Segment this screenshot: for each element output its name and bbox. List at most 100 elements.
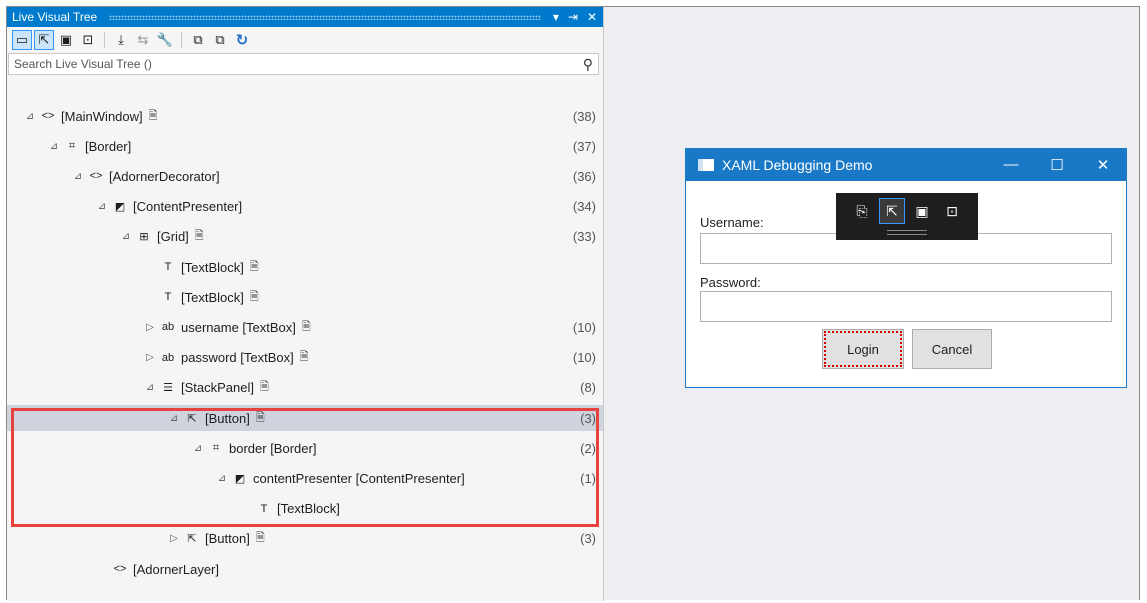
tree-row[interactable]: ⊿ ◩ contentPresenter [ContentPresenter] (1): [7, 465, 603, 491]
tree-row[interactable]: ⊿ ⌗ [Border] (37): [7, 133, 603, 159]
tree-node-label: [TextBlock]: [181, 259, 244, 275]
element-type-icon: <>: [89, 170, 103, 183]
search-input[interactable]: Search Live Visual Tree (): [14, 57, 152, 71]
expand-arrow-icon[interactable]: ▷: [143, 322, 157, 333]
display-layout-adorners-icon[interactable]: ▣: [909, 198, 935, 224]
go-to-live-visual-tree-icon[interactable]: ⎘: [849, 198, 875, 224]
expand-arrow-icon[interactable]: ▷: [143, 352, 157, 363]
tree-row[interactable]: ▷ ab username [TextBox] 🗎 (10): [7, 314, 603, 340]
collapse-arrow-icon[interactable]: ⊿: [23, 111, 37, 122]
refresh-icon[interactable]: ↻: [232, 30, 252, 50]
tree-row[interactable]: T [TextBlock]: [7, 496, 603, 522]
tree-node-label: [StackPanel]: [181, 380, 254, 396]
element-type-icon: <>: [113, 563, 127, 575]
collapse-arrow-icon[interactable]: ⊿: [71, 171, 85, 182]
password-label: Password:: [700, 275, 761, 290]
collapse-all-icon[interactable]: ⧉: [210, 30, 230, 50]
drag-grip[interactable]: [109, 14, 541, 20]
go-to-source-icon[interactable]: 🗎: [256, 409, 265, 428]
expand-all-icon[interactable]: ⧉: [188, 30, 208, 50]
go-to-source-icon[interactable]: 🗎: [250, 258, 259, 277]
element-type-icon: ☰: [163, 382, 173, 395]
in-app-toolbar-buttons: ⎘ ⇱ ▣ ⊡: [849, 198, 965, 224]
select-element-icon[interactable]: ▭: [12, 30, 32, 50]
tree-node-label: [Button]: [205, 531, 250, 547]
descendant-count: (38): [572, 108, 596, 124]
tree-row[interactable]: ⊿ ⌗ border [Border] (2): [7, 435, 603, 461]
collapse-arrow-icon[interactable]: ⊿: [95, 201, 109, 212]
element-type-icon: T: [260, 502, 268, 515]
tree-node-label: [MainWindow]: [61, 108, 143, 124]
go-to-source-icon[interactable]: 🗎: [195, 227, 204, 246]
tree-node-label: [Border]: [85, 138, 132, 154]
tree-row[interactable]: <> [AdornerLayer]: [7, 556, 603, 582]
tree-node-label: password [TextBox]: [181, 350, 294, 366]
descendant-count: (8): [580, 380, 596, 396]
display-layout-adorners-icon[interactable]: ▣: [56, 30, 76, 50]
expand-arrow-icon[interactable]: ▷: [167, 533, 181, 544]
tree-row[interactable]: ⊿ ⊞ [Grid] 🗎 (33): [7, 224, 603, 250]
search-box[interactable]: Search Live Visual Tree () ⚲: [8, 53, 599, 75]
tree-row[interactable]: ⊿ <> [MainWindow] 🗎 (38): [7, 103, 603, 129]
select-in-running-app-icon[interactable]: ⇱: [34, 30, 54, 50]
element-type-icon: ⌗: [212, 441, 220, 454]
tree-node-label: [TextBlock]: [181, 289, 244, 305]
track-focused-element-icon[interactable]: ⊡: [939, 198, 965, 224]
show-just-my-xaml-icon[interactable]: ⤓: [111, 30, 131, 50]
tree-node-label: [AdornerDecorator]: [109, 168, 220, 184]
preview-selection-icon[interactable]: ⊡: [78, 30, 98, 50]
track-focus-icon[interactable]: ⇆: [133, 30, 153, 50]
go-to-source-icon[interactable]: 🗎: [302, 318, 311, 337]
tree-row[interactable]: T [TextBlock] 🗎: [7, 284, 603, 310]
select-element-icon[interactable]: ⇱: [879, 198, 905, 224]
panel-toolbar: ▭ ⇱ ▣ ⊡ ⤓ ⇆ 🔧 ⧉ ⧉ ↻: [7, 27, 603, 53]
descendant-count: (37): [572, 138, 596, 154]
toolbar-collapse-handle[interactable]: [887, 230, 927, 235]
tree-row[interactable]: ▷ ⇱ [Button] 🗎 (3): [7, 526, 603, 552]
go-to-source-icon[interactable]: 🗎: [256, 529, 265, 548]
tree-row[interactable]: ⊿ ⇱ [Button] 🗎 (3): [7, 405, 603, 431]
go-to-source-icon[interactable]: 🗎: [149, 107, 158, 126]
properties-wrench-icon[interactable]: 🔧: [155, 30, 175, 50]
element-type-icon: ab: [161, 351, 175, 364]
element-type-icon: ⊞: [139, 231, 149, 244]
descendant-count: (10): [572, 319, 596, 335]
app-title-bar[interactable]: XAML Debugging Demo — ☐ ✕: [686, 149, 1126, 181]
window-controls: — ☐ ✕: [988, 156, 1126, 174]
collapse-arrow-icon[interactable]: ⊿: [143, 382, 157, 393]
app-title: XAML Debugging Demo: [722, 157, 873, 173]
descendant-count: (33): [572, 229, 596, 245]
tree-row[interactable]: ⊿ ◩ [ContentPresenter] (34): [7, 194, 603, 220]
maximize-icon[interactable]: ☐: [1034, 156, 1080, 174]
collapse-arrow-icon[interactable]: ⊿: [119, 231, 133, 242]
collapse-arrow-icon[interactable]: ⊿: [215, 473, 229, 484]
close-icon[interactable]: ✕: [587, 10, 597, 24]
cancel-button[interactable]: Cancel: [912, 329, 992, 369]
go-to-source-icon[interactable]: 🗎: [260, 378, 269, 397]
close-icon[interactable]: ✕: [1080, 156, 1126, 174]
element-type-icon: ab: [161, 321, 175, 334]
tree-row[interactable]: ⊿ ☰ [StackPanel] 🗎 (8): [7, 375, 603, 401]
go-to-source-icon[interactable]: 🗎: [250, 288, 259, 307]
tree-row[interactable]: T [TextBlock] 🗎: [7, 254, 603, 280]
chevron-down-icon[interactable]: ▾: [553, 10, 559, 24]
collapse-arrow-icon[interactable]: ⊿: [191, 443, 205, 454]
minimize-icon[interactable]: —: [988, 156, 1034, 174]
tree-node-label: border [Border]: [229, 440, 317, 456]
panel-title-bar[interactable]: Live Visual Tree ▾ ⇥ ✕: [7, 7, 603, 27]
tree-row[interactable]: ⊿ <> [AdornerDecorator] (36): [7, 163, 603, 189]
login-button[interactable]: Login: [822, 329, 904, 369]
collapse-arrow-icon[interactable]: ⊿: [167, 413, 181, 424]
password-field[interactable]: [700, 291, 1112, 322]
go-to-source-icon[interactable]: 🗎: [300, 348, 309, 367]
collapse-arrow-icon[interactable]: ⊿: [47, 141, 61, 152]
app-window: XAML Debugging Demo — ☐ ✕ Username: Passwo…: [685, 148, 1127, 388]
descendant-count: (10): [572, 350, 596, 366]
search-icon[interactable]: ⚲: [583, 56, 593, 73]
pin-icon[interactable]: ⇥: [568, 10, 578, 24]
title-bar-icons: ▾ ⇥ ✕: [553, 10, 603, 24]
descendant-count: (36): [572, 168, 596, 184]
descendant-count: (1): [580, 470, 596, 486]
app-icon: [698, 159, 714, 171]
tree-row[interactable]: ▷ ab password [TextBox] 🗎 (10): [7, 345, 603, 371]
